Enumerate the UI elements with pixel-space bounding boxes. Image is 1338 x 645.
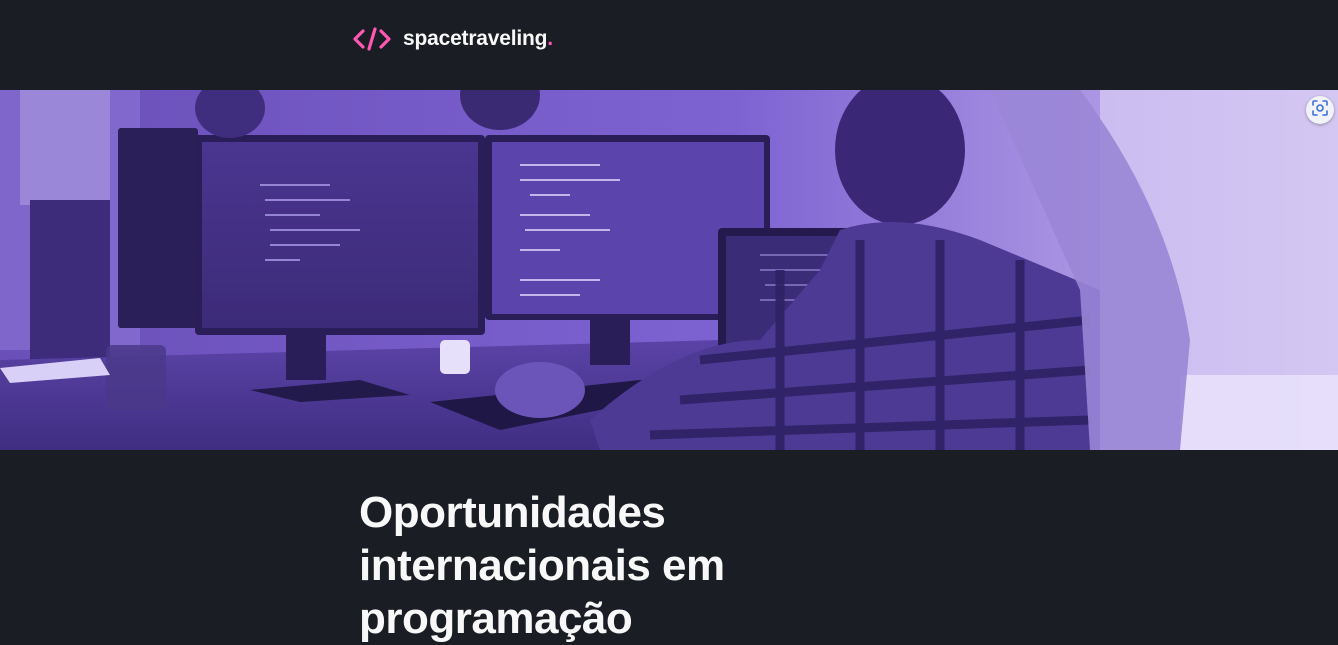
- screenshot-button[interactable]: [1306, 96, 1334, 124]
- post-title: Oportunidades internacionais em programa…: [359, 488, 725, 643]
- screenshot-capture-icon: [1312, 99, 1328, 121]
- logo-dot: .: [547, 27, 554, 50]
- site-header: spacetraveling.: [0, 0, 1338, 90]
- logo-text: spacetraveling: [403, 27, 548, 50]
- code-brackets-icon: [353, 27, 391, 51]
- logo-link[interactable]: spacetraveling.: [353, 24, 553, 54]
- post-banner-image: [0, 90, 1338, 450]
